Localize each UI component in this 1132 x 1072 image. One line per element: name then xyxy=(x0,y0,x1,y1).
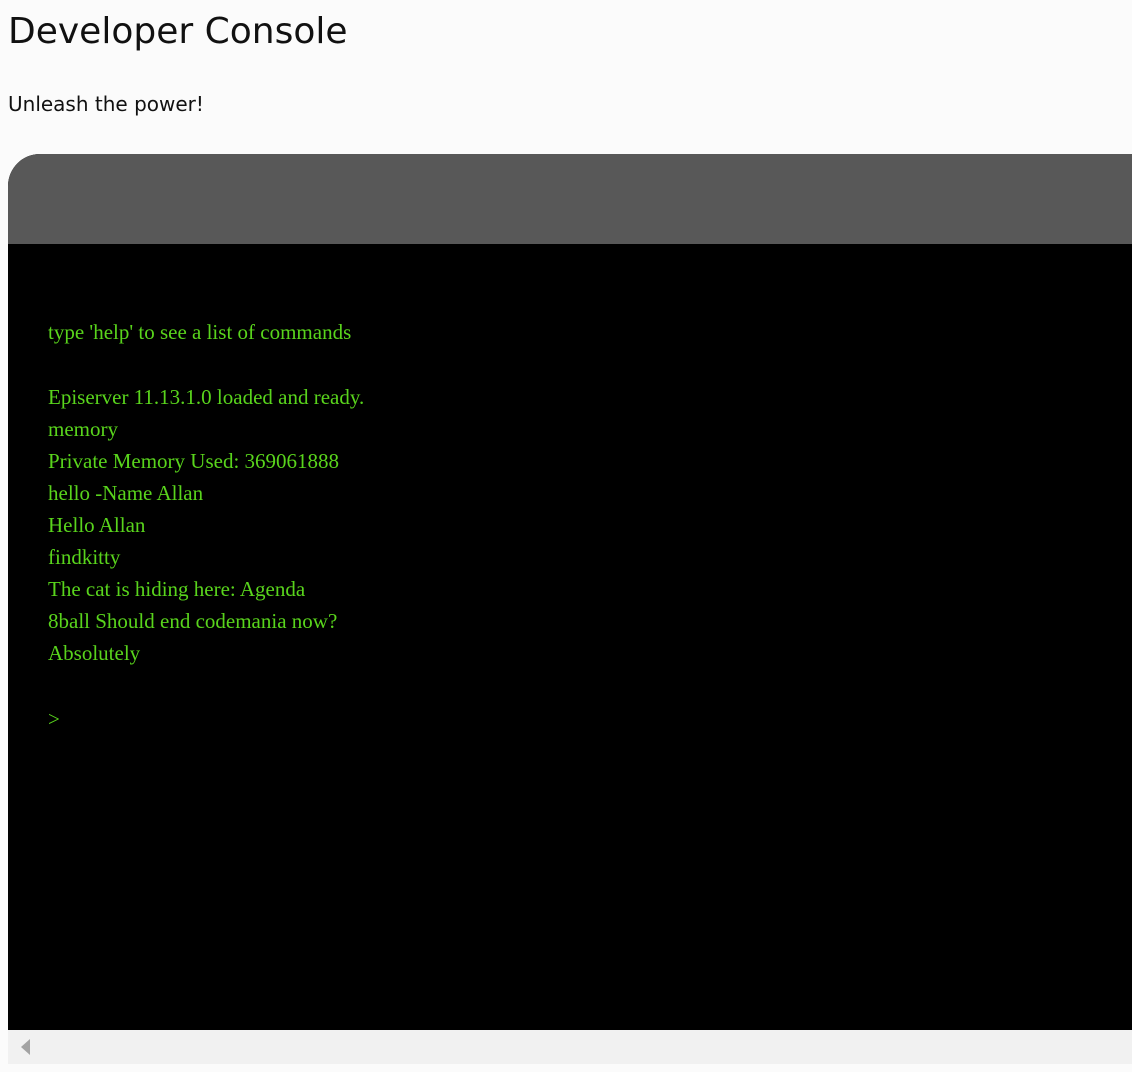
prompt-symbol: > xyxy=(48,707,60,731)
console-line-blank xyxy=(48,348,364,381)
console-titlebar xyxy=(8,154,1132,244)
console-output: type 'help' to see a list of commands Ep… xyxy=(48,316,364,669)
page-subtitle: Unleash the power! xyxy=(8,92,204,116)
console-line: memory xyxy=(48,417,118,441)
page-title: Developer Console xyxy=(8,11,348,52)
console-line: Episerver 11.13.1.0 loaded and ready. xyxy=(48,385,365,409)
console-line: The cat is hiding here: Agenda xyxy=(48,577,306,601)
horizontal-scrollbar[interactable] xyxy=(8,1030,1132,1064)
console-line: hello -Name Allan xyxy=(48,481,204,505)
console-window: type 'help' to see a list of commands Ep… xyxy=(8,154,1132,1030)
console-input[interactable] xyxy=(59,706,966,732)
console-prompt[interactable]: > xyxy=(48,703,966,735)
console-line: Hello Allan xyxy=(48,513,146,537)
triangle-left-icon xyxy=(20,1039,30,1055)
console-line: Private Memory Used: 369061888 xyxy=(48,449,340,473)
console-body[interactable]: type 'help' to see a list of commands Ep… xyxy=(8,244,1132,1030)
console-line: 8ball Should end codemania now? xyxy=(48,609,338,633)
console-line: Absolutely xyxy=(48,641,141,665)
console-line: findkitty xyxy=(48,545,121,569)
scroll-left-button[interactable] xyxy=(8,1030,42,1064)
console-line: type 'help' to see a list of commands xyxy=(48,320,352,344)
